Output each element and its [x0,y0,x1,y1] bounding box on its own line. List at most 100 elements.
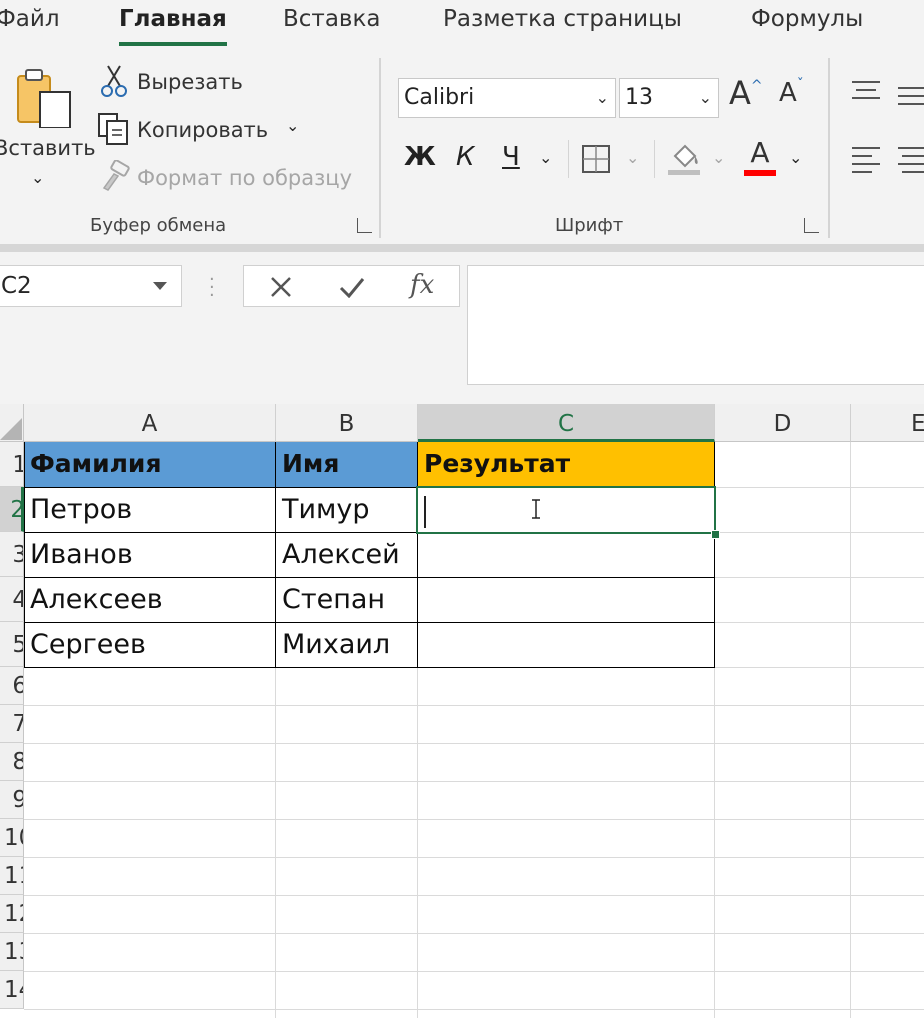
tab-file[interactable]: Файл [0,6,60,32]
font-color-dropdown-icon[interactable]: ⌄ [789,148,802,167]
column-header-e[interactable]: E [851,404,924,442]
row-header-9[interactable]: 9 [0,781,24,819]
text-cursor [424,496,426,528]
name-box-dropdown-icon[interactable] [153,282,167,290]
tab-home[interactable]: Главная [119,6,227,32]
align-left-icon[interactable] [850,144,924,174]
formula-buttons: fx [243,265,460,307]
format-painter-button[interactable]: Формат по образцу [137,166,352,190]
formula-input[interactable] [467,265,924,385]
cell-b4[interactable]: Степан [276,578,418,623]
row-header-12[interactable]: 12 [0,895,24,933]
clipboard-group-label: Буфер обмена [90,215,227,236]
borders-dropdown-icon[interactable]: ⌄ [626,148,639,167]
row-header-2[interactable]: 2 [0,487,24,532]
tab-formulas[interactable]: Формулы [751,6,863,32]
table-border [24,442,25,668]
font-size-combo[interactable]: 13 ⌄ [619,78,719,118]
gridline [24,895,924,896]
fill-handle[interactable] [711,530,720,539]
row-header-4[interactable]: 4 [0,577,24,622]
underline-button[interactable]: Ч [502,142,520,172]
copy-dropdown-icon[interactable]: ⌄ [286,116,299,135]
column-header-c[interactable]: C [418,404,715,442]
font-name-value: Calibri [404,85,475,110]
tab-page-layout[interactable]: Разметка страницы [443,6,682,32]
table-border [24,622,715,623]
fill-color-dropdown-icon[interactable]: ⌄ [712,148,725,167]
active-cell-c2[interactable] [416,486,716,534]
cell-b3[interactable]: Алексей [276,533,418,578]
insert-function-icon[interactable]: fx [410,270,434,300]
bold-button[interactable]: Ж [404,142,436,172]
font-size-dropdown-icon[interactable]: ⌄ [699,79,712,117]
separator [654,140,655,178]
column-header-b[interactable]: B [276,404,418,442]
italic-button[interactable]: К [456,142,474,172]
cancel-icon[interactable] [270,276,292,298]
ribbon: Вставить ⌄ Вырезать Копировать ⌄ Формат … [0,48,924,244]
paste-dropdown-icon[interactable]: ⌄ [31,168,44,187]
cell-a2[interactable]: Петров [24,488,276,533]
cell-c5[interactable] [418,623,715,668]
row-header-13[interactable]: 13 [0,933,24,971]
select-all-corner[interactable] [0,404,24,442]
name-box[interactable]: C2 [0,265,182,307]
font-dialog-launcher-icon[interactable] [804,218,819,233]
gridline [24,705,924,706]
name-box-value: C2 [1,273,32,299]
borders-icon[interactable] [581,144,611,174]
cell-a1[interactable]: Фамилия [24,442,276,487]
fill-color-icon[interactable] [667,140,703,176]
font-name-combo[interactable]: Calibri ⌄ [398,78,616,118]
cell-c1[interactable]: Результат [418,442,715,487]
row-header-10[interactable]: 10 [0,819,24,857]
group-separator [828,58,830,238]
increase-font-button[interactable]: A^ [729,74,763,112]
paste-label: Вставить [0,136,96,160]
cell-c4[interactable] [418,578,715,623]
cell-b1[interactable]: Имя [276,442,418,487]
underline-dropdown-icon[interactable]: ⌄ [539,148,552,167]
font-color-button[interactable]: A [744,136,776,169]
cell-b5[interactable]: Михаил [276,623,418,668]
font-size-value: 13 [625,85,653,110]
clipboard-dialog-launcher-icon[interactable] [357,218,372,233]
ribbon-bottom-border [0,244,924,252]
table-border [275,442,276,668]
cell-b2[interactable]: Тимур [276,488,418,533]
gridline [24,933,924,934]
i-beam-cursor-icon [532,499,540,519]
font-name-dropdown-icon[interactable]: ⌄ [596,79,609,117]
cell-a3[interactable]: Иванов [24,533,276,578]
cell-a4[interactable]: Алексеев [24,578,276,623]
row-header-6[interactable]: 6 [0,667,24,705]
paste-button[interactable]: Вставить ⌄ [0,64,96,194]
decrease-font-button[interactable]: Aˇ [779,77,804,108]
row-header-14[interactable]: 14 [0,971,24,1009]
gridline [24,971,924,972]
cell-c3[interactable] [418,533,715,578]
copy-button[interactable]: Копировать [137,118,268,142]
font-group-label: Шрифт [555,215,624,236]
row-header-1[interactable]: 1 [0,442,24,487]
row-header-7[interactable]: 7 [0,705,24,743]
column-header-a[interactable]: A [24,404,276,442]
row-header-8[interactable]: 8 [0,743,24,781]
tab-insert[interactable]: Вставка [283,6,380,32]
ribbon-tabs: Файл Главная Вставка Разметка страницы Ф… [0,0,924,48]
align-top-icon[interactable] [850,78,924,108]
formula-bar: C2 · · · fx [0,252,924,402]
enter-checkmark-icon[interactable] [339,276,365,298]
gridline [24,1009,924,1010]
gridline [24,781,924,782]
formula-bar-grip-icon[interactable]: · · · [209,271,215,305]
font-color-icon: A [750,136,770,169]
separator [568,140,569,178]
row-header-11[interactable]: 11 [0,857,24,895]
column-header-d[interactable]: D [715,404,851,442]
row-header-3[interactable]: 3 [0,532,24,577]
row-header-5[interactable]: 5 [0,622,24,667]
cell-a5[interactable]: Сергеев [24,623,276,668]
cut-button[interactable]: Вырезать [137,70,243,94]
